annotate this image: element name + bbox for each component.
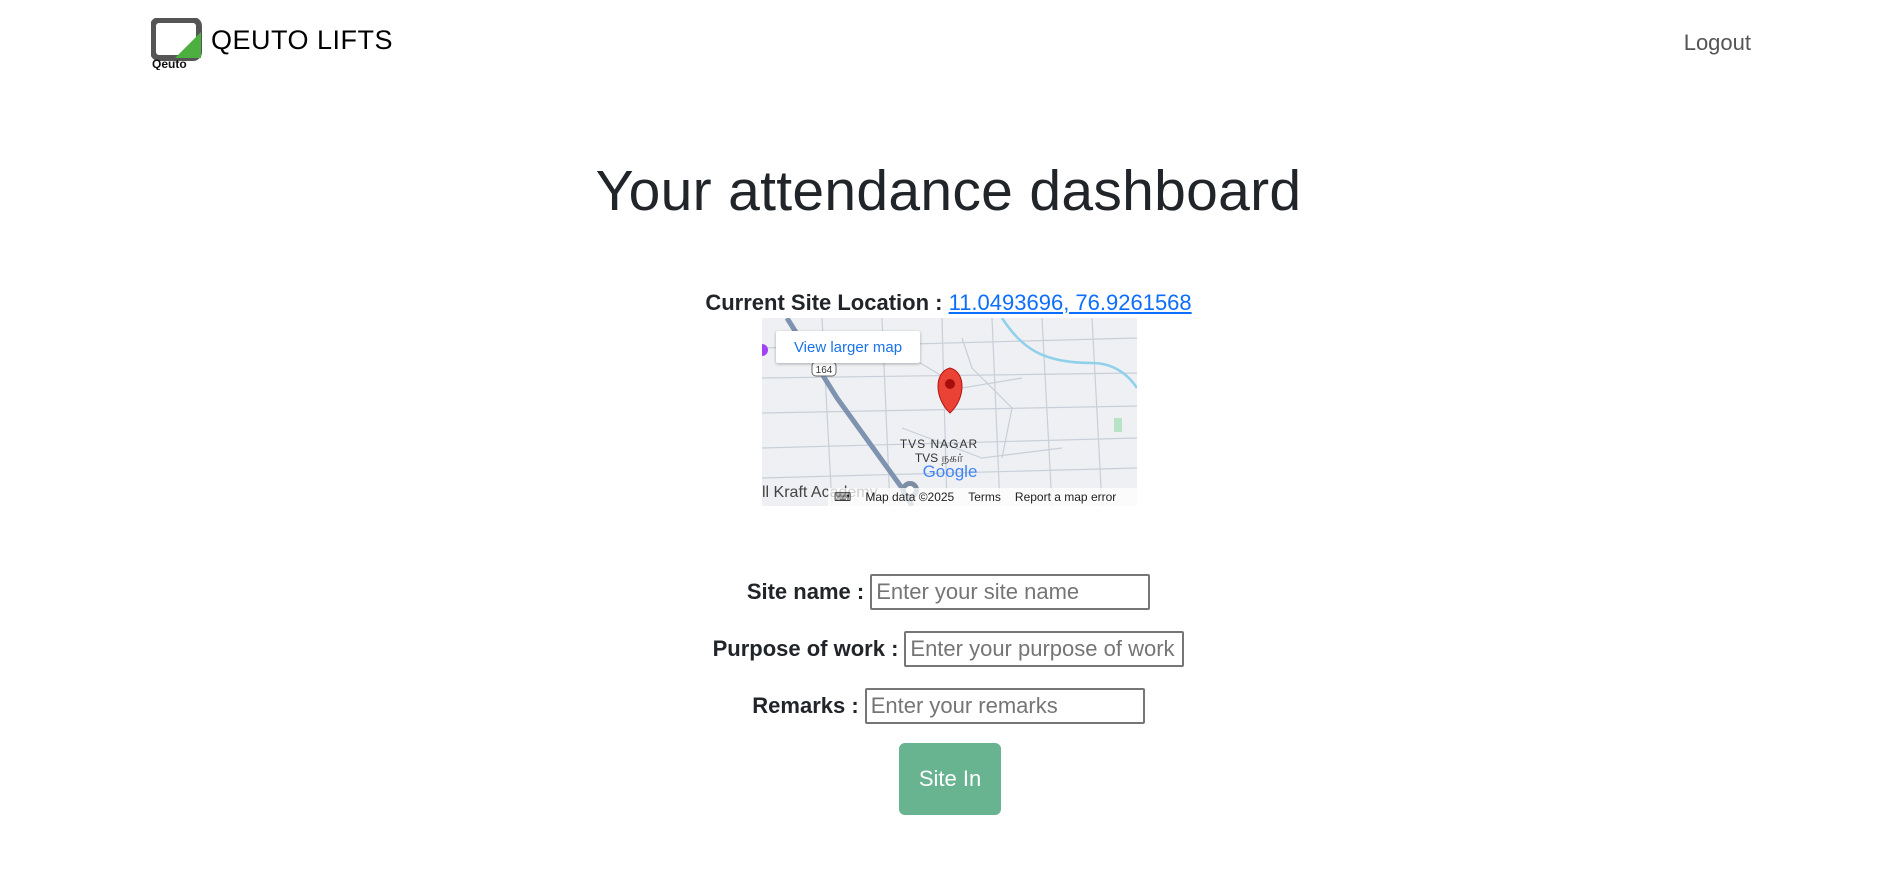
map-footer: ⌨ Map data ©2025 Terms Report a map erro… <box>828 488 1137 506</box>
current-site-location: Current Site Location : 11.0493696, 76.9… <box>0 290 1897 316</box>
brand-link[interactable]: Qeuto QEUTO LIFTS <box>150 17 394 71</box>
qeuto-logo: Qeuto <box>150 17 203 71</box>
page-title: Your attendance dashboard <box>595 159 1302 223</box>
site-in-button[interactable]: Site In <box>899 743 1001 815</box>
purpose-label: Purpose of work : <box>712 636 899 661</box>
map-data-text: Map data ©2025 <box>865 490 955 504</box>
site-name-row: Site name : <box>0 574 1897 610</box>
site-name-input[interactable] <box>870 574 1151 610</box>
svg-text:TVS NAGAR: TVS NAGAR <box>900 437 978 451</box>
logout-link[interactable]: Logout <box>1684 30 1751 56</box>
site-name-label: Site name : <box>746 579 865 604</box>
location-label: Current Site Location : <box>705 290 943 315</box>
remarks-label: Remarks : <box>752 693 859 718</box>
svg-text:Qeuto: Qeuto <box>152 57 187 70</box>
svg-text:Google: Google <box>923 462 978 481</box>
navbar: Qeuto QEUTO LIFTS Logout <box>0 0 1897 86</box>
view-larger-map-link[interactable]: View larger map <box>776 331 920 363</box>
brand-name: QEUTO LIFTS <box>211 24 394 55</box>
svg-text:164: 164 <box>816 365 833 376</box>
remarks-row: Remarks : <box>0 688 1897 724</box>
report-map-error-link[interactable]: Report a map error <box>1015 490 1116 504</box>
location-coords-link[interactable]: 11.0493696, 76.9261568 <box>949 290 1192 315</box>
embedded-map[interactable]: 164 TVS NAGAR TVS நகர் Google ll Kraft A… <box>762 318 1137 506</box>
remarks-input[interactable] <box>864 688 1145 724</box>
map-terms-link[interactable]: Terms <box>968 490 1001 504</box>
purpose-row: Purpose of work : <box>0 631 1897 667</box>
purpose-input[interactable] <box>904 631 1185 667</box>
keyboard-icon[interactable]: ⌨ <box>834 490 851 504</box>
